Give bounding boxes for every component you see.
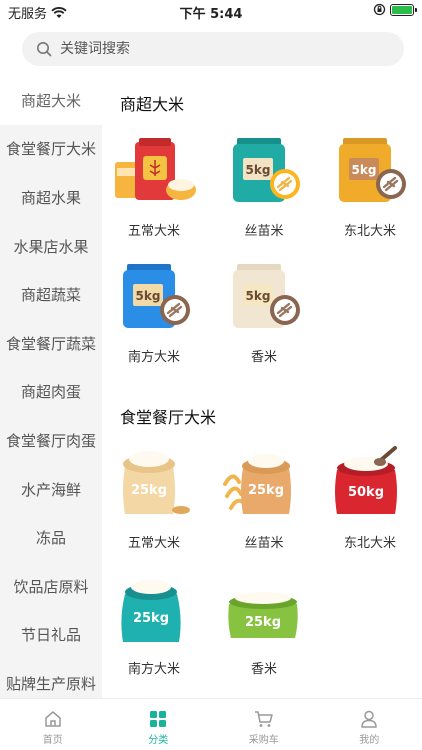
rice-sack-image: 25kg — [123, 451, 190, 514]
product-content: 商超大米 五常大米 5kg 丝苗米 5kg 东北大米 5kg 南方大米 5kg … — [102, 76, 422, 698]
weight-label: 5kg — [246, 289, 271, 303]
weight-label: 25kg — [133, 611, 169, 626]
product-card[interactable]: 5kg 丝苗米 — [219, 132, 309, 239]
product-name: 东北大米 — [343, 224, 396, 239]
tab-label: 采购车 — [248, 735, 279, 746]
search-input[interactable] — [60, 41, 360, 57]
product-card[interactable]: 五常大米 — [109, 132, 199, 239]
product-card[interactable]: 25kg 香米 — [219, 570, 309, 677]
tab-label: 首页 — [42, 735, 63, 746]
home-icon — [45, 711, 61, 727]
tab-cart[interactable]: 采购车 — [211, 699, 317, 750]
battery-icon — [390, 3, 417, 16]
product-name: 五常大米 — [127, 224, 180, 239]
sidebar-item-label: 冻品 — [35, 529, 66, 548]
sidebar-item-label: 水果店水果 — [13, 237, 89, 256]
sidebar-item-label: 食堂餐厅肉蛋 — [5, 431, 96, 450]
sidebar-item-holiday-gifts[interactable]: 节日礼品 — [0, 611, 102, 660]
tab-label: 我的 — [359, 735, 380, 746]
grid-icon — [150, 711, 167, 727]
sidebar-item-canteen-vegetables[interactable]: 食堂餐厅蔬菜 — [0, 319, 102, 368]
product-name: 东北大米 — [343, 536, 396, 551]
product-name: 丝苗米 — [244, 224, 284, 239]
sidebar-item-oem-materials[interactable]: 贴牌生产原料 — [0, 659, 102, 698]
weight-label: 5kg — [246, 163, 271, 177]
weight-label: 5kg — [352, 163, 377, 177]
sidebar-item-fruitshop-fruit[interactable]: 水果店水果 — [0, 222, 102, 271]
tab-label: 分类 — [148, 735, 169, 746]
clock: 下午 5:44 — [179, 7, 243, 22]
sidebar-item-canteen-meat-eggs[interactable]: 食堂餐厅肉蛋 — [0, 416, 102, 465]
rice-bag-image: 5kg — [123, 264, 190, 328]
rice-bag-image — [115, 138, 196, 200]
sidebar-item-label: 水产海鲜 — [20, 480, 81, 499]
sidebar-item-seafood[interactable]: 水产海鲜 — [0, 465, 102, 514]
orientation-lock-icon — [373, 3, 386, 16]
weight-label: 50kg — [348, 485, 384, 500]
sidebar-item-drink-materials[interactable]: 饮品店原料 — [0, 562, 102, 611]
sidebar-item-label: 节日礼品 — [20, 626, 81, 645]
category-sidebar: 商超大米 食堂餐厅大米 商超水果 水果店水果 商超蔬菜 食堂餐厅蔬菜 商超肉蛋 … — [0, 76, 102, 698]
sidebar-item-label: 食堂餐厅大米 — [5, 140, 96, 159]
section-title: 食堂餐厅大米 — [120, 408, 217, 427]
sidebar-item-supermarket-rice[interactable]: 商超大米 — [0, 76, 102, 125]
user-icon — [361, 710, 377, 728]
sidebar-item-frozen[interactable]: 冻品 — [0, 513, 102, 562]
bottom-tab-bar: 首页 分类 采购车 我的 — [0, 698, 422, 750]
product-name: 南方大米 — [127, 350, 180, 365]
product-card[interactable]: 25kg 南方大米 — [109, 570, 199, 677]
product-card[interactable]: 25kg 五常大米 — [109, 444, 199, 551]
weight-label: 25kg — [248, 483, 284, 498]
search-bar[interactable] — [22, 32, 404, 66]
weight-label: 25kg — [131, 483, 167, 498]
rice-bag-image: 5kg — [339, 138, 406, 202]
sidebar-item-label: 贴牌生产原料 — [5, 674, 96, 693]
sidebar-item-supermarket-meat-eggs[interactable]: 商超肉蛋 — [0, 368, 102, 417]
product-name: 丝苗米 — [244, 536, 284, 551]
product-card[interactable]: 50kg 东北大米 — [325, 444, 415, 551]
product-name: 五常大米 — [127, 536, 180, 551]
sidebar-item-supermarket-vegetables[interactable]: 商超蔬菜 — [0, 270, 102, 319]
sidebar-item-label: 商超蔬菜 — [20, 286, 81, 305]
cart-icon — [254, 711, 273, 727]
sidebar-item-supermarket-fruit[interactable]: 商超水果 — [0, 173, 102, 222]
tab-category[interactable]: 分类 — [106, 699, 212, 750]
sidebar-item-label: 饮品店原料 — [13, 577, 89, 596]
sidebar-item-label: 商超肉蛋 — [20, 383, 81, 402]
rice-bag-image: 5kg — [233, 264, 300, 328]
status-bar: 无服务 下午 5:44 — [0, 0, 422, 22]
weight-label: 5kg — [136, 289, 161, 303]
product-name: 南方大米 — [127, 662, 180, 677]
search-icon — [37, 42, 52, 57]
product-card[interactable]: 25kg 丝苗米 — [219, 444, 309, 551]
product-name: 香米 — [250, 350, 277, 365]
tab-profile[interactable]: 我的 — [317, 699, 422, 750]
rice-sack-image: 25kg — [121, 580, 181, 642]
sidebar-item-label: 商超大米 — [20, 91, 81, 110]
rice-sack-image: 25kg — [228, 592, 298, 638]
product-card[interactable]: 5kg 香米 — [219, 258, 309, 365]
weight-label: 25kg — [245, 615, 281, 630]
product-name: 香米 — [250, 662, 277, 677]
sidebar-item-label: 食堂餐厅蔬菜 — [5, 334, 96, 353]
tab-home[interactable]: 首页 — [0, 699, 106, 750]
section-title: 商超大米 — [120, 95, 185, 114]
sidebar-item-label: 商超水果 — [20, 188, 81, 207]
product-card[interactable]: 5kg 南方大米 — [109, 258, 199, 365]
product-card[interactable]: 5kg 东北大米 — [325, 132, 415, 239]
sidebar-item-canteen-rice[interactable]: 食堂餐厅大米 — [0, 125, 102, 174]
rice-sack-image: 50kg — [335, 446, 397, 514]
rice-sack-image: 25kg — [223, 454, 291, 514]
rice-bag-image: 5kg — [233, 138, 300, 202]
